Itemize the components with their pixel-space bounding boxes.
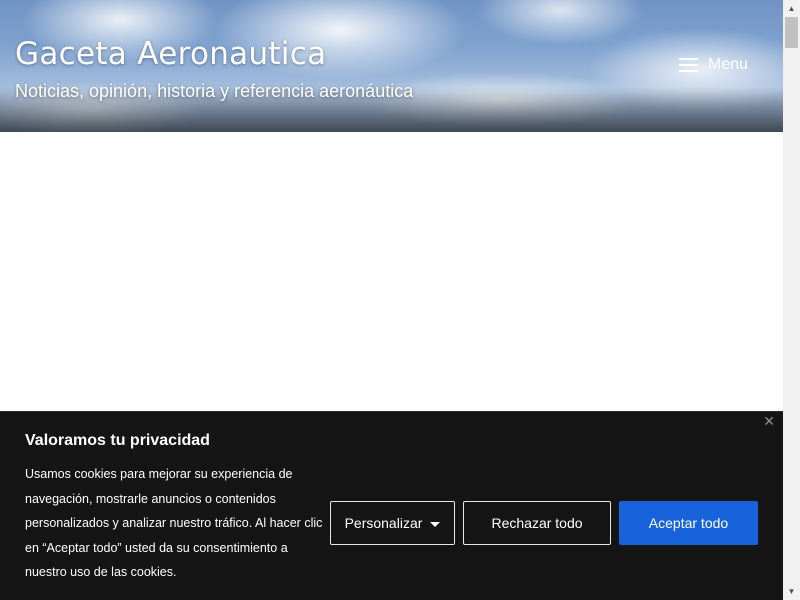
caret-down-icon [430,521,441,527]
customize-button-label: Personalizar [344,515,423,531]
close-icon[interactable]: ✕ [763,414,775,430]
menu-button[interactable]: Menu [679,56,748,74]
site-header: Gaceta Aeronautica Noticias, opinión, hi… [0,0,783,132]
scroll-down-arrow-icon[interactable]: ▼ [783,583,800,600]
accept-all-button[interactable]: Aceptar todo [619,501,758,545]
page: Gaceta Aeronautica Noticias, opinión, hi… [0,0,800,600]
cookie-banner-description: Usamos cookies para mejorar su experienc… [25,467,323,579]
menu-label: Menu [708,56,749,73]
reject-all-button[interactable]: Rechazar todo [463,501,611,545]
scrollbar-thumb[interactable] [785,17,798,48]
site-title-link[interactable]: Gaceta Aeronautica [15,36,326,72]
cookie-banner-title: Valoramos tu privacidad [25,432,210,449]
hamburger-icon [679,58,698,72]
vertical-scrollbar[interactable]: ▲ ▼ [783,0,800,600]
site-tagline: Noticias, opinión, historia y referencia… [15,81,414,101]
scroll-up-arrow-icon[interactable]: ▲ [783,0,800,17]
cookie-consent-banner: ✕ Valoramos tu privacidad Usamos cookies… [0,411,783,600]
customize-button[interactable]: Personalizar [330,501,455,545]
